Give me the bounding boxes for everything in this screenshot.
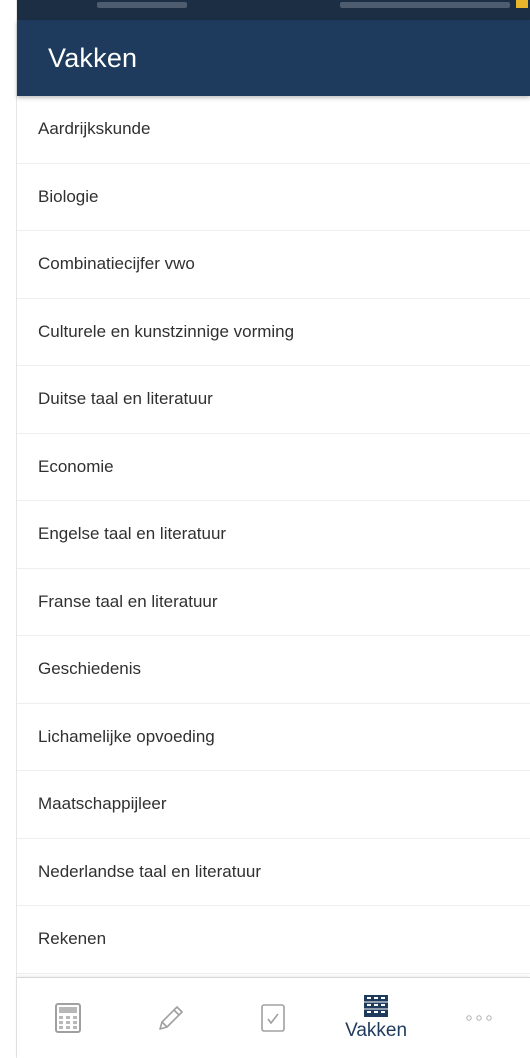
subject-item[interactable]: Rekenen	[17, 906, 530, 974]
app-bar: Vakken	[17, 20, 530, 96]
subject-item[interactable]: Franse taal en literatuur	[17, 569, 530, 636]
subject-list: Aardrijkskunde Biologie Combinatiecijfer…	[17, 96, 530, 974]
more-icon	[464, 1013, 494, 1023]
nav-calculator[interactable]	[17, 978, 120, 1058]
subject-item[interactable]: Economie	[17, 434, 530, 501]
subject-item[interactable]: Aardrijkskunde	[17, 96, 530, 164]
nav-vakken-label: Vakken	[345, 1020, 408, 1041]
pencil-icon	[156, 1003, 186, 1033]
nav-vakken[interactable]: Vakken	[325, 978, 428, 1058]
subject-item[interactable]: Maatschappijleer	[17, 771, 530, 839]
battery-icon	[516, 0, 528, 8]
subject-item[interactable]: Geschiedenis	[17, 636, 530, 704]
nav-tasks[interactable]	[222, 978, 325, 1058]
subject-item[interactable]: Lichamelijke opvoeding	[17, 704, 530, 771]
app-screen: Vakken Aardrijkskunde Biologie Combinati…	[17, 0, 530, 1058]
status-bar-left	[97, 2, 187, 8]
books-icon	[363, 994, 389, 1018]
status-bar-icons	[340, 2, 510, 8]
subject-item[interactable]: Biologie	[17, 164, 530, 231]
subject-item[interactable]: Combinatiecijfer vwo	[17, 231, 530, 299]
checkbox-icon	[260, 1003, 286, 1033]
nav-pencil[interactable]	[120, 978, 223, 1058]
left-edge	[0, 0, 17, 1058]
calculator-icon	[55, 1003, 82, 1033]
subject-item[interactable]: Nederlandse taal en literatuur	[17, 839, 530, 906]
subject-item[interactable]: Engelse taal en literatuur	[17, 501, 530, 569]
status-bar	[17, 0, 530, 20]
subject-item[interactable]: Culturele en kunstzinnige vorming	[17, 299, 530, 366]
subject-item[interactable]: Duitse taal en literatuur	[17, 366, 530, 434]
nav-more[interactable]	[427, 978, 530, 1058]
page-title: Vakken	[48, 42, 138, 73]
bottom-nav: Vakken	[17, 977, 530, 1058]
